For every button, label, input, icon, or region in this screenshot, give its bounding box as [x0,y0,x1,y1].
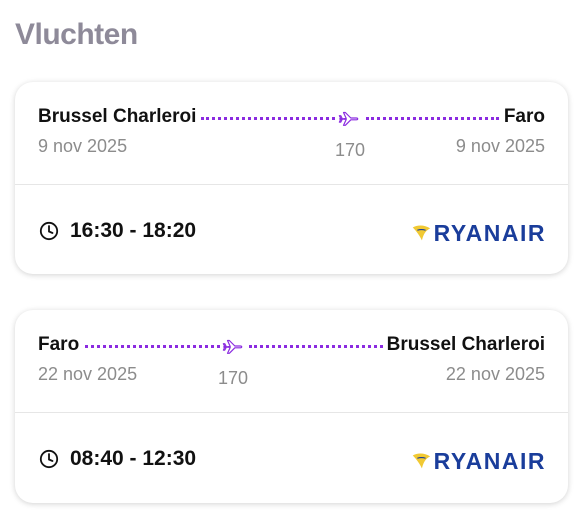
plane-icon [338,111,359,126]
ryanair-harp-logo [412,453,430,469]
flight-count: 170 [334,140,366,160]
airline-logo: RYANAIR [410,448,546,474]
origin-date: 9 nov 2025 [38,136,128,156]
route-line-left [201,117,335,120]
section-title: Vluchten [15,18,138,51]
clock-icon [39,221,59,241]
destination-date: 9 nov 2025 [455,136,545,156]
flight-card-outbound[interactable]: Brussel Charleroi Faro 9 nov 2025 170 9 … [15,82,568,274]
flight-time: 16:30 - 18:20 [70,219,197,242]
destination-city: Faro [503,106,545,127]
flight-time-row: 16:30 - 18:20 RYANAIR [15,185,568,274]
destination-date: 22 nov 2025 [445,364,545,384]
flight-time-row: 08:40 - 12:30 RYANAIR [15,413,568,503]
origin-date: 22 nov 2025 [38,364,138,384]
flight-route: Brussel Charleroi Faro 9 nov 2025 170 9 … [15,82,568,185]
route-line-right [366,117,499,120]
airline-name: RYANAIR [433,219,546,246]
origin-city: Faro [38,334,80,355]
origin-city: Brussel Charleroi [38,106,197,127]
airline-logo: RYANAIR [410,220,546,246]
flight-count: 170 [217,368,249,388]
flight-card-return[interactable]: Faro Brussel Charleroi 22 nov 2025 170 2… [15,310,568,503]
flight-route: Faro Brussel Charleroi 22 nov 2025 170 2… [15,310,568,413]
route-line-right [249,345,383,348]
airline-name: RYANAIR [433,447,546,474]
destination-city: Brussel Charleroi [386,334,545,355]
plane-icon [222,339,243,354]
ryanair-harp-logo [412,225,430,241]
route-line-left [85,345,220,348]
clock-icon [39,449,59,469]
flight-time: 08:40 - 12:30 [70,447,197,470]
